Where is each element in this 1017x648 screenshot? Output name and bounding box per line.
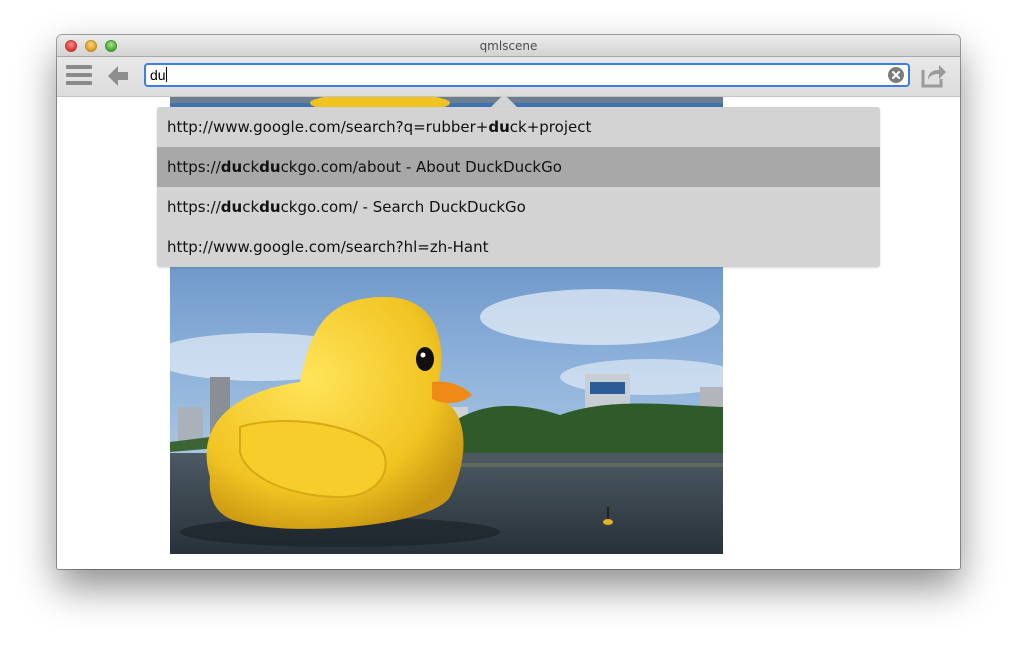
hamburger-menu-icon[interactable] bbox=[66, 65, 92, 87]
suggestion-text: https:// bbox=[167, 198, 221, 216]
title-bar: qmlscene bbox=[57, 35, 960, 57]
url-suggestions-popup: http://www.google.com/search?q=rubber+du… bbox=[157, 107, 880, 267]
text-caret bbox=[165, 67, 167, 82]
url-input[interactable]: du bbox=[150, 67, 167, 84]
suggestion-match-text: du bbox=[259, 158, 281, 176]
suggestion-match-text: du bbox=[220, 158, 243, 176]
suggestion-match-text: du bbox=[488, 118, 510, 136]
toolbar: du bbox=[57, 57, 960, 97]
suggestion-item[interactable]: https://duckduckgo.com/about - About Duc… bbox=[157, 147, 880, 187]
popup-arrow bbox=[491, 94, 517, 107]
suggestion-item[interactable]: http://www.google.com/search?hl=zh-Hant bbox=[157, 227, 880, 267]
suggestion-text: ck+project bbox=[509, 118, 592, 136]
url-input-value: du bbox=[150, 67, 166, 83]
suggestion-text: ckgo.com/ - Search DuckDuckGo bbox=[280, 198, 526, 216]
url-bar[interactable]: du bbox=[144, 63, 910, 87]
browser-window: qmlscene du http://www.google.com/search… bbox=[57, 35, 960, 569]
suggestion-item[interactable]: http://www.google.com/search?q=rubber+du… bbox=[157, 107, 880, 147]
suggestion-text: ckgo.com/about - About DuckDuckGo bbox=[280, 158, 562, 176]
suggestion-item[interactable]: https://duckduckgo.com/ - Search DuckDuc… bbox=[157, 187, 880, 227]
back-arrow-icon[interactable] bbox=[105, 63, 131, 89]
suggestion-text: http://www.google.com/search?hl=zh-Hant bbox=[167, 238, 489, 256]
clear-circle-icon[interactable] bbox=[888, 67, 904, 83]
suggestion-match-text: du bbox=[259, 198, 281, 216]
suggestion-text: http://www.google.com/search?q=rubber+ bbox=[167, 118, 489, 136]
share-icon[interactable] bbox=[919, 61, 947, 89]
suggestion-text: https:// bbox=[167, 158, 221, 176]
suggestion-match-text: du bbox=[220, 198, 243, 216]
suggestion-text: ck bbox=[242, 198, 260, 216]
window-title: qmlscene bbox=[479, 39, 538, 53]
suggestion-text: ck bbox=[242, 158, 260, 176]
